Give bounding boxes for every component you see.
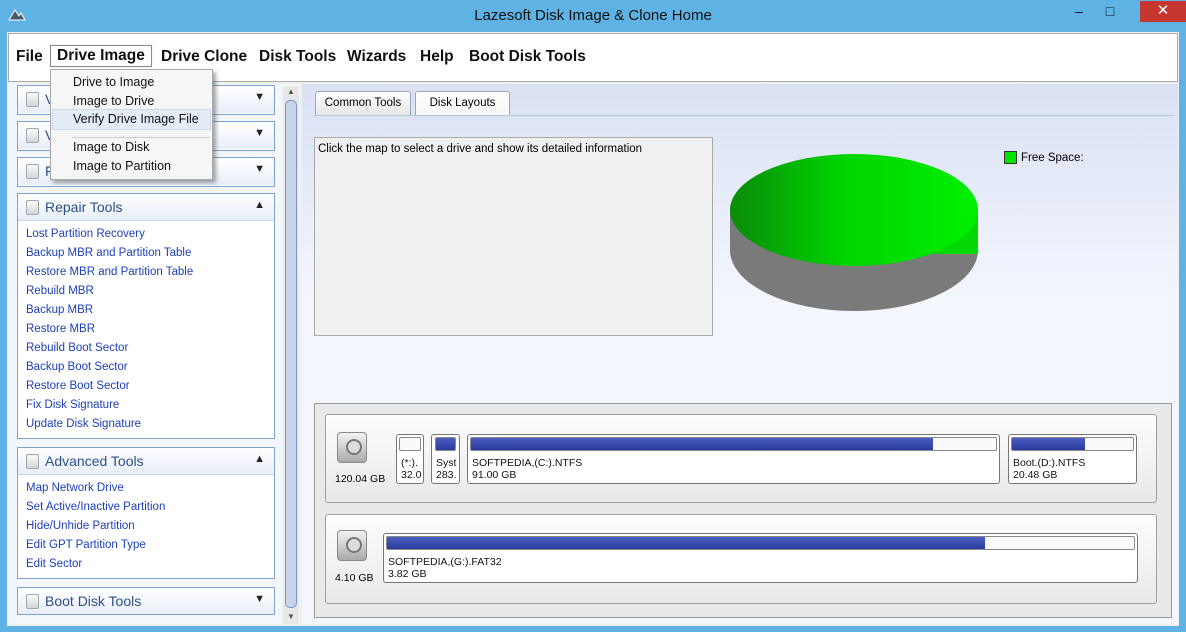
hard-drive-icon bbox=[337, 530, 367, 561]
partition-fill bbox=[387, 537, 985, 549]
group-title: Boot Disk Tools bbox=[45, 593, 142, 609]
partition-label: Boot.(D:).NTFS bbox=[1013, 457, 1086, 469]
tool-icon bbox=[26, 200, 39, 215]
tool-icon bbox=[26, 164, 39, 179]
partition-size: 91.00 GB bbox=[472, 469, 517, 481]
partition-boot-d[interactable]: Boot.(D:).NTFS 20.48 GB bbox=[1008, 434, 1137, 484]
link-set-active-partition[interactable]: Set Active/Inactive Partition bbox=[18, 498, 274, 517]
link-backup-mbr-partition-table[interactable]: Backup MBR and Partition Table bbox=[18, 244, 274, 263]
drive-info-box bbox=[314, 137, 713, 336]
dropdown-image-to-partition[interactable]: Image to Partition bbox=[73, 159, 171, 173]
link-fix-disk-signature[interactable]: Fix Disk Signature bbox=[18, 396, 274, 415]
partition-softpedia-c[interactable]: SOFTPEDIA,(C:).NTFS 91.00 GB bbox=[467, 434, 1000, 484]
partition-bar bbox=[1011, 437, 1134, 451]
link-backup-mbr[interactable]: Backup MBR bbox=[18, 301, 274, 320]
tab-strip-line bbox=[314, 115, 1174, 116]
menu-disk-tools[interactable]: Disk Tools bbox=[253, 47, 342, 69]
partition-fill bbox=[471, 438, 933, 450]
minimize-button[interactable]: – bbox=[1064, 1, 1094, 22]
partition-bar bbox=[435, 437, 456, 451]
partition-system[interactable]: Syst 283. bbox=[431, 434, 460, 484]
chevron-down-icon[interactable]: ▼ bbox=[254, 593, 265, 605]
maximize-button[interactable]: □ bbox=[1095, 1, 1125, 22]
chevron-down-icon[interactable]: ▼ bbox=[254, 91, 265, 103]
partition-size: 3.82 GB bbox=[388, 568, 427, 580]
advanced-tools-header[interactable]: Advanced Tools ▲ bbox=[18, 448, 274, 475]
menu-boot-disk-tools[interactable]: Boot Disk Tools bbox=[463, 47, 592, 69]
group-title: Advanced Tools bbox=[45, 453, 144, 469]
partition-label: SOFTPEDIA,(G:).FAT32 bbox=[388, 556, 502, 568]
link-rebuild-boot-sector[interactable]: Rebuild Boot Sector bbox=[18, 339, 274, 358]
tab-disk-layouts[interactable]: Disk Layouts bbox=[415, 91, 510, 116]
disk-size: 4.10 GB bbox=[335, 572, 374, 584]
scroll-thumb[interactable] bbox=[285, 100, 297, 608]
pie-slice-free-space[interactable] bbox=[730, 154, 978, 266]
dropdown-verify-image[interactable]: Verify Drive Image File bbox=[73, 112, 199, 126]
partition-label: SOFTPEDIA,(C:).NTFS bbox=[472, 457, 583, 469]
chevron-up-icon[interactable]: ▲ bbox=[254, 199, 265, 211]
menu-file[interactable]: File bbox=[10, 47, 49, 69]
drive-info-text: Click the map to select a drive and show… bbox=[318, 143, 643, 155]
link-edit-gpt-partition-type[interactable]: Edit GPT Partition Type bbox=[18, 536, 274, 555]
link-restore-mbr[interactable]: Restore MBR bbox=[18, 320, 274, 339]
link-map-network-drive[interactable]: Map Network Drive bbox=[18, 479, 274, 498]
scroll-up-arrow[interactable]: ▲ bbox=[283, 86, 299, 98]
partition-size: 20.48 GB bbox=[1013, 469, 1058, 481]
repair-tools-group: Repair Tools ▲ Lost Partition Recovery Ba… bbox=[17, 193, 275, 439]
dropdown-image-to-drive[interactable]: Image to Drive bbox=[73, 94, 154, 108]
link-restore-boot-sector[interactable]: Restore Boot Sector bbox=[18, 377, 274, 396]
link-update-disk-signature[interactable]: Update Disk Signature bbox=[18, 415, 274, 434]
link-lost-partition-recovery[interactable]: Lost Partition Recovery bbox=[18, 225, 274, 244]
partition-label: (*:). bbox=[401, 457, 418, 469]
link-hide-unhide-partition[interactable]: Hide/Unhide Partition bbox=[18, 517, 274, 536]
tab-common-tools[interactable]: Common Tools bbox=[315, 91, 411, 115]
disk-usage-pie-chart[interactable] bbox=[726, 150, 982, 316]
menu-wizards[interactable]: Wizards bbox=[341, 47, 412, 69]
partition-size: 283. bbox=[436, 469, 457, 481]
boot-disk-tools-group[interactable]: Boot Disk Tools ▼ bbox=[17, 587, 275, 615]
tool-icon bbox=[26, 594, 39, 609]
partition-size: 32.0 bbox=[401, 469, 422, 481]
group-title: Repair Tools bbox=[45, 199, 123, 215]
hard-drive-icon bbox=[337, 432, 367, 463]
legend-label: Free Space: bbox=[1021, 152, 1084, 164]
chevron-down-icon[interactable]: ▼ bbox=[254, 127, 265, 139]
tool-icon bbox=[26, 92, 39, 107]
tool-icon bbox=[26, 454, 39, 469]
menu-drive-clone[interactable]: Drive Clone bbox=[155, 47, 253, 69]
dropdown-image-to-disk[interactable]: Image to Disk bbox=[73, 140, 149, 154]
window-title: Lazesoft Disk Image & Clone Home bbox=[474, 7, 712, 24]
scroll-down-arrow[interactable]: ▼ bbox=[283, 611, 299, 623]
link-rebuild-mbr[interactable]: Rebuild MBR bbox=[18, 282, 274, 301]
close-button[interactable]: ✕ bbox=[1140, 1, 1186, 22]
tool-icon bbox=[26, 128, 39, 143]
legend-swatch bbox=[1004, 151, 1017, 164]
dropdown-drive-to-image[interactable]: Drive to Image bbox=[73, 75, 154, 89]
chevron-up-icon[interactable]: ▲ bbox=[254, 453, 265, 465]
partition-bar bbox=[470, 437, 997, 451]
disk-size: 120.04 GB bbox=[335, 473, 386, 485]
chevron-down-icon[interactable]: ▼ bbox=[254, 163, 265, 175]
partition-fill bbox=[436, 438, 455, 450]
partition-bar bbox=[399, 437, 421, 451]
link-restore-mbr-partition-table[interactable]: Restore MBR and Partition Table bbox=[18, 263, 274, 282]
partition-label: Syst bbox=[436, 457, 457, 469]
partition-unallocated[interactable]: (*:). 32.0 bbox=[396, 434, 424, 484]
partition-fill bbox=[1012, 438, 1085, 450]
partition-bar bbox=[386, 536, 1135, 550]
link-backup-boot-sector[interactable]: Backup Boot Sector bbox=[18, 358, 274, 377]
link-edit-sector[interactable]: Edit Sector bbox=[18, 555, 274, 574]
advanced-tools-group: Advanced Tools ▲ Map Network Drive Set Ac… bbox=[17, 447, 275, 579]
dropdown-separator bbox=[72, 137, 210, 138]
menu-drive-image[interactable]: Drive Image bbox=[50, 45, 152, 67]
partition-softpedia-g[interactable]: SOFTPEDIA,(G:).FAT32 3.82 GB bbox=[383, 533, 1138, 583]
repair-tools-header[interactable]: Repair Tools ▲ bbox=[18, 194, 274, 221]
menu-help[interactable]: Help bbox=[414, 47, 460, 69]
